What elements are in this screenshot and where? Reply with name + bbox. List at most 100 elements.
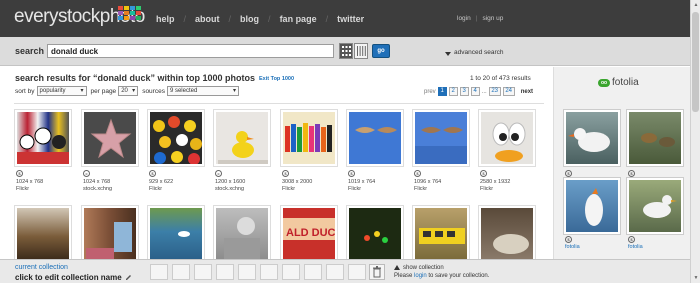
page-3[interactable]: 3 — [459, 87, 469, 96]
image-source[interactable]: Flickr — [16, 186, 74, 193]
trash-button[interactable] — [369, 264, 385, 280]
page-scrollbar[interactable]: ▲ ▼ — [690, 0, 700, 283]
login-to-save-link[interactable]: login — [414, 273, 427, 279]
nav-about[interactable]: about — [195, 14, 220, 24]
collection-slot[interactable] — [216, 264, 234, 280]
per-page-select[interactable]: 20 ▾ — [118, 86, 139, 96]
thumbnail[interactable] — [213, 109, 271, 167]
thumbnail-image — [216, 112, 268, 164]
image-source[interactable]: stock.xchng — [215, 186, 273, 193]
page-4[interactable]: 4 — [470, 87, 480, 96]
image-source[interactable]: Flickr — [414, 186, 472, 193]
thumbnail[interactable] — [81, 205, 139, 263]
collection-slot[interactable] — [238, 264, 256, 280]
thumbnail[interactable] — [14, 205, 72, 263]
fotolia-sidebar: oo fotolia $ fotolia $ fotolia $ fotolia… — [553, 67, 690, 259]
sources-label: sources — [142, 87, 165, 95]
pagination: prev 1 2 3 4 ... 23 24 next — [424, 87, 533, 96]
grid-view-button[interactable] — [339, 43, 353, 59]
list-view-icon — [356, 46, 366, 56]
thumbnail[interactable] — [412, 109, 470, 167]
page-1[interactable]: 1 — [437, 87, 447, 96]
page-2[interactable]: 2 — [448, 87, 458, 96]
list-view-button[interactable] — [354, 43, 368, 59]
thumbnail[interactable] — [346, 205, 404, 263]
license-icon: $ — [565, 170, 572, 177]
thumbnail[interactable] — [478, 109, 536, 167]
thumbnail-image — [566, 180, 618, 232]
scrollbar-thumb[interactable] — [692, 12, 699, 112]
exit-top-1000-link[interactable]: Exit Top 1000 — [259, 76, 294, 82]
image-source[interactable]: Flickr — [149, 186, 207, 193]
thumbnail[interactable] — [280, 109, 338, 167]
image-source[interactable]: Flickr — [348, 186, 406, 193]
sources-select[interactable]: 9 selected ▾ — [166, 86, 239, 96]
fotolia-logo[interactable]: oo fotolia — [598, 77, 639, 88]
fotolia-thumbnail[interactable] — [626, 109, 684, 167]
image-source[interactable]: stock.xchng — [83, 186, 141, 193]
scroll-up-icon[interactable]: ▲ — [692, 1, 700, 9]
collection-slot[interactable] — [326, 264, 344, 280]
fotolia-source-link[interactable]: fotolia — [628, 244, 643, 250]
thumbnail[interactable]: ALD DUCK — [280, 205, 338, 263]
fotolia-source-link[interactable]: fotolia — [565, 244, 580, 250]
edit-collection-name[interactable]: click to edit collection name — [15, 273, 132, 282]
search-bar: search go advanced search — [0, 37, 690, 66]
image-size: 1024 x 768 — [16, 179, 44, 185]
collection-slot[interactable] — [194, 264, 212, 280]
image-source[interactable]: Flickr — [480, 186, 538, 193]
page-24[interactable]: 24 — [502, 87, 515, 96]
fotolia-thumbnail[interactable] — [563, 177, 621, 235]
save-collection-note: Please login to save your collection. — [394, 273, 489, 279]
thumbnail[interactable] — [147, 205, 205, 263]
nav-twitter[interactable]: twitter — [337, 14, 364, 24]
save-note-suffix: to save your collection. — [428, 273, 490, 279]
collection-slot[interactable] — [304, 264, 322, 280]
page-23[interactable]: 23 — [488, 87, 501, 96]
sort-by-label: sort by — [15, 87, 35, 95]
nav-blog[interactable]: blog — [240, 14, 259, 24]
show-collection-link[interactable]: show collection — [394, 265, 444, 271]
search-label: search — [15, 46, 45, 56]
sort-controls: sort by popularity ▾ per page 20 ▾ sourc… — [15, 86, 243, 96]
advanced-search-link[interactable]: advanced search — [445, 49, 504, 56]
scroll-down-icon[interactable]: ▼ — [692, 274, 700, 282]
results-count: 1 to 20 of 473 results — [470, 75, 531, 82]
thumbnail-image — [349, 112, 401, 164]
thumbnail[interactable] — [412, 205, 470, 263]
collection-slot[interactable] — [172, 264, 190, 280]
search-input[interactable] — [47, 44, 334, 58]
results-title: search results for “donald duck” within … — [15, 73, 256, 83]
thumbnail[interactable] — [213, 205, 271, 263]
license-icon: c — [215, 170, 222, 177]
license-icon: $ — [628, 170, 635, 177]
per-page-value: 20 — [121, 88, 128, 94]
pager-next[interactable]: next — [521, 89, 533, 95]
thumbnail[interactable] — [14, 109, 72, 167]
advanced-search-arrow-icon — [445, 51, 451, 56]
collection-slot[interactable] — [282, 264, 300, 280]
main-nav: help / about / blog / fan page / twitter — [156, 14, 365, 24]
current-collection-link[interactable]: current collection — [15, 264, 68, 271]
signup-link[interactable]: sign up — [482, 15, 503, 22]
sort-by-select[interactable]: popularity ▾ — [36, 86, 87, 96]
svg-text:ALD DUCK: ALD DUCK — [286, 227, 335, 239]
nav-help[interactable]: help — [156, 14, 175, 24]
thumbnail[interactable] — [147, 109, 205, 167]
results-divider — [14, 103, 544, 104]
save-note-prefix: Please — [394, 273, 413, 279]
image-source[interactable]: Flickr — [282, 186, 340, 193]
nav-fan-page[interactable]: fan page — [280, 14, 317, 24]
thumbnail[interactable] — [478, 205, 536, 263]
search-go-button[interactable]: go — [372, 44, 390, 58]
thumbnail[interactable] — [346, 109, 404, 167]
collection-slot[interactable] — [150, 264, 168, 280]
collection-slot[interactable] — [260, 264, 278, 280]
sources-value: 9 selected — [169, 88, 198, 94]
thumbnail[interactable] — [81, 109, 139, 167]
collection-slot[interactable] — [348, 264, 366, 280]
fotolia-thumbnail[interactable] — [626, 177, 684, 235]
fotolia-thumbnail[interactable] — [563, 109, 621, 167]
login-link[interactable]: login — [457, 15, 471, 22]
license-icon: $ — [628, 236, 635, 243]
